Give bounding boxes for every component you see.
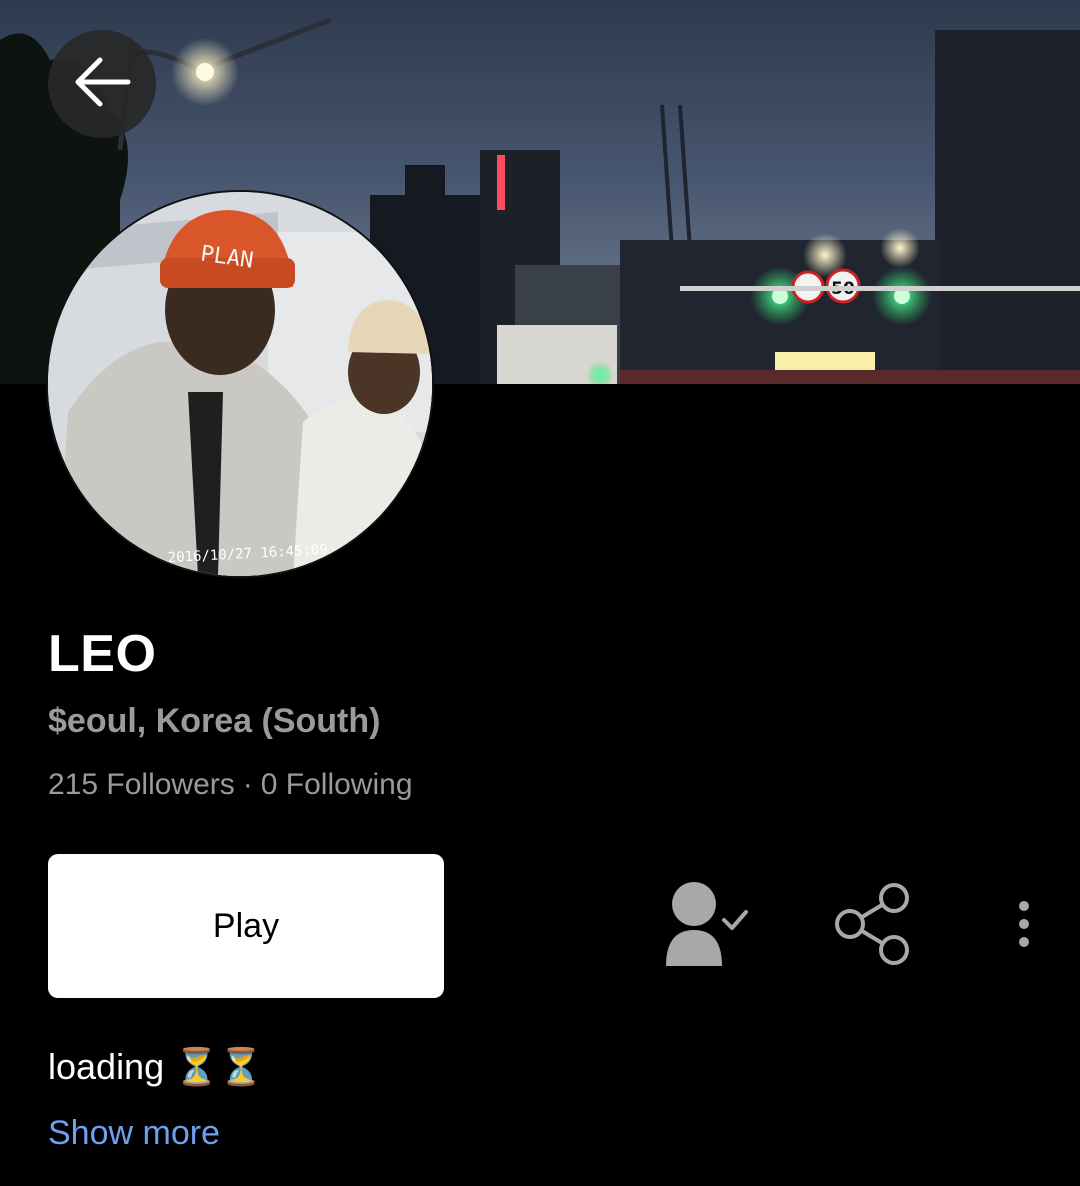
more-button[interactable] [1004,896,1044,960]
follow-stats: 215 Followers · 0 Following [48,768,413,802]
more-vertical-icon [1004,894,1044,963]
profile-location: $eoul, Korea (South) [48,702,381,740]
following-count[interactable]: 0 Following [261,768,413,801]
share-icon [832,878,916,975]
stats-separator: · [242,768,253,801]
share-button[interactable] [832,880,916,972]
avatar: PLAN 2016/10/27 16:45:09 [48,192,432,576]
profile-name: LEO [48,625,157,683]
bio-text: loading ⏳⏳ [48,1046,264,1087]
show-more-link[interactable]: Show more [48,1114,220,1153]
play-button[interactable]: Play [48,854,444,998]
back-button[interactable] [48,30,156,138]
following-button[interactable] [660,880,756,976]
person-check-icon [660,878,756,979]
followers-count[interactable]: 215 Followers [48,768,235,801]
arrow-left-icon [70,50,134,119]
